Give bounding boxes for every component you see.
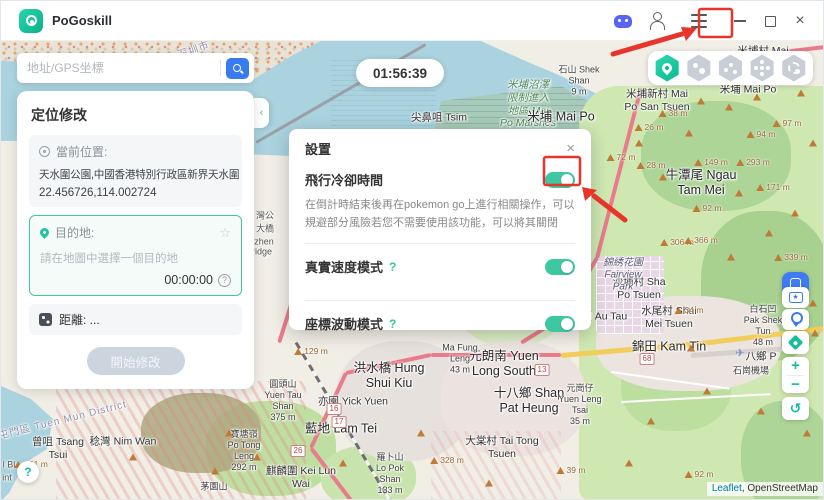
- settings-dialog: 設置 × 飛行冷卻時間 在倒計時結束後再在pokemon go上進行相關操作，可…: [289, 129, 591, 330]
- teleport-panel: 定位修改 當前位置: 天水圍公園,中國香港特別行政區新界天水圍 22.45672…: [17, 91, 254, 389]
- real-speed-toggle[interactable]: [545, 259, 575, 275]
- help-icon[interactable]: ?: [389, 260, 396, 274]
- cooldown-setting-description: 在倒計時結束後再在pokemon go上進行相關操作，可以規避部分風險若您不需要…: [305, 197, 575, 232]
- real-speed-setting-label: 真實速度模式 ?: [305, 257, 396, 276]
- collection-button[interactable]: ★: [782, 287, 809, 308]
- map-fairview-park: [596, 256, 664, 334]
- cooldown-help-icon[interactable]: ?: [218, 274, 231, 287]
- map-restricted-hatch: [431, 431, 561, 500]
- help-button[interactable]: ?: [17, 461, 39, 483]
- coord-jitter-setting-label: 座標波動模式 ?: [305, 314, 396, 333]
- current-location-label: 當前位置:: [56, 143, 107, 160]
- coord-jitter-toggle[interactable]: [545, 316, 575, 332]
- zoom-in-button[interactable]: +: [782, 357, 809, 375]
- search-bar: [17, 53, 254, 83]
- app-title: PoGoskill: [52, 13, 112, 28]
- current-location-icon: [39, 146, 50, 157]
- locate-me-button[interactable]: [782, 331, 809, 354]
- leaflet-link[interactable]: Leaflet: [712, 483, 742, 494]
- distance-box: 距離: ...: [29, 304, 242, 335]
- destination-label: 目的地:: [55, 224, 94, 241]
- current-location-box: 當前位置: 天水圍公園,中國香港特別行政區新界天水圍 22.456726,114…: [29, 135, 242, 207]
- app-window: 深圳市米埔沼澤 限制進入 地區 Mai Po Marshes Restricte…: [0, 0, 824, 500]
- distance-icon: [39, 313, 52, 326]
- locate-icon: [788, 335, 804, 351]
- favorite-star-icon[interactable]: ☆: [219, 225, 231, 241]
- discord-icon[interactable]: [614, 15, 632, 28]
- current-coordinates: 22.456726,114.002724: [39, 187, 232, 199]
- help-icon[interactable]: ?: [389, 317, 396, 331]
- start-teleport-button[interactable]: 開始修改: [87, 347, 185, 375]
- minimize-button[interactable]: [725, 6, 755, 36]
- road: [431, 353, 561, 357]
- titlebar: PoGoskill ×: [1, 1, 824, 41]
- destination-placeholder: 請在地圖中選擇一個目的地: [40, 250, 231, 266]
- panel-collapse-button[interactable]: ‹: [254, 98, 269, 128]
- hamburger-menu-icon[interactable]: [683, 8, 715, 34]
- app-logo-icon: [19, 9, 43, 33]
- dialog-close-icon[interactable]: ×: [566, 141, 575, 156]
- close-button[interactable]: ×: [785, 6, 815, 36]
- multi-spot-mode-icon[interactable]: [718, 55, 743, 82]
- two-spot-mode-icon[interactable]: [686, 55, 711, 82]
- cooldown-time-value: 00:00:00: [164, 273, 213, 287]
- destination-pin-icon: [38, 226, 51, 239]
- account-icon[interactable]: [649, 12, 665, 30]
- distance-value: 距離: ...: [59, 311, 100, 328]
- route-mode-icon[interactable]: [781, 55, 806, 82]
- search-button[interactable]: [226, 58, 249, 79]
- search-input[interactable]: [17, 61, 220, 75]
- teleport-mode-icon[interactable]: [655, 55, 680, 82]
- divider: [220, 60, 221, 76]
- destination-box[interactable]: 目的地: ☆ 請在地圖中選擇一個目的地 00:00:00 ?: [29, 215, 242, 296]
- search-icon: [232, 63, 243, 74]
- gps-pin-icon: [790, 312, 802, 327]
- dialog-title: 設置: [305, 139, 331, 158]
- cooldown-setting-label: 飛行冷卻時間: [305, 170, 383, 189]
- gps-marker-button[interactable]: [782, 309, 809, 330]
- current-address: 天水圍公園,中國香港特別行政區新界天水圍: [39, 167, 232, 182]
- map-forest: [641, 101, 791, 211]
- map-attribution: Leaflet, OpenStreetMap: [707, 482, 823, 496]
- map-restricted-hatch: [56, 381, 306, 500]
- cooldown-timer: 01:56:39: [356, 59, 444, 87]
- mode-toolbar: [648, 51, 813, 85]
- panel-title: 定位修改: [31, 105, 242, 125]
- cooldown-toggle[interactable]: [545, 172, 575, 188]
- joystick-mode-icon[interactable]: [750, 55, 775, 82]
- collect-star-icon: ★: [789, 292, 803, 303]
- zoom-out-button[interactable]: −: [782, 375, 809, 393]
- zoom-control: + −: [782, 357, 809, 393]
- maximize-button[interactable]: [755, 6, 785, 36]
- reset-view-button[interactable]: ↺: [782, 397, 809, 420]
